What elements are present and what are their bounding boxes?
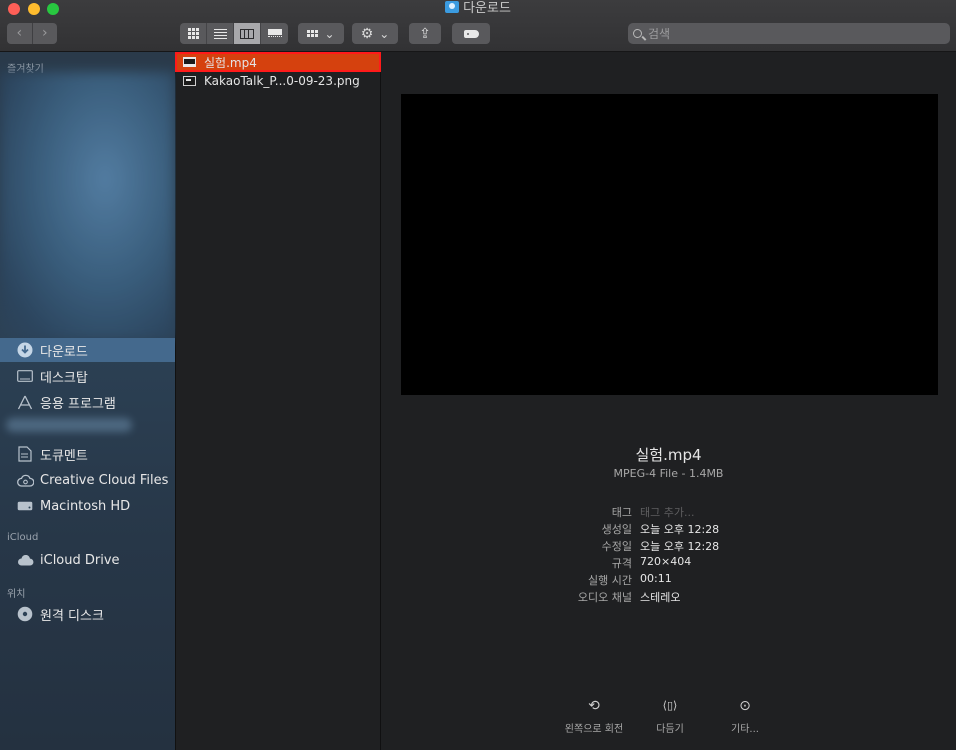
meta-value: 720×404 — [640, 555, 692, 568]
chevron-down-icon: ⌄ — [324, 26, 335, 41]
meta-key: 생성일 — [601, 523, 632, 536]
meta-key: 실행 시간 — [588, 574, 632, 587]
file-row-mp4[interactable]: 실험.mp4 — [175, 52, 381, 72]
tags-button[interactable] — [452, 23, 490, 44]
more-button[interactable]: ⊙ 기타... — [714, 697, 776, 735]
action-label: 왼쪽으로 회전 — [564, 724, 624, 735]
sidebar: 즐겨찾기 다운로드 데스크탑 응용 프로그램 도큐멘트 Creative Clo… — [0, 52, 176, 750]
sidebar-item-downloads[interactable]: 다운로드 — [0, 338, 175, 362]
search-icon — [633, 29, 642, 38]
more-icon: ⊙ — [739, 698, 751, 714]
sidebar-item-label: Macintosh HD — [40, 498, 131, 514]
trim-icon: ⟨▯⟩ — [662, 699, 678, 712]
sidebar-item-remote-disc[interactable]: 원격 디스크 — [0, 602, 175, 626]
desktop-icon — [16, 368, 34, 384]
meta-value: 스테레오 — [640, 591, 681, 604]
image-file-icon — [183, 76, 196, 86]
gear-icon: ⚙ — [360, 25, 374, 42]
window-title: 다운로드 — [0, 1, 956, 17]
share-icon: ⇪ — [419, 25, 431, 42]
file-name: 실험.mp4 — [204, 55, 257, 70]
back-forward-buttons: ‹ › — [7, 23, 57, 44]
toolbar: 다운로드 ‹ › ⌄ ⚙ ⌄ ⇪ — [0, 0, 956, 52]
sidebar-item-label: 응용 프로그램 — [40, 396, 116, 412]
disk-icon — [16, 498, 34, 514]
meta-value: 00:11 — [640, 572, 672, 585]
gallery-view-icon — [267, 28, 282, 39]
column-view-button[interactable] — [234, 23, 261, 44]
preview-file-name: 실험.mp4 — [635, 446, 702, 464]
preview-pane: 실험.mp4 MPEG-4 File - 1.4MB 태그 태그 추가... 생… — [381, 52, 956, 750]
cloud-icon — [16, 552, 34, 568]
blurred-favorites — [0, 72, 175, 340]
window-title-text: 다운로드 — [463, 1, 511, 16]
sidebar-item-label: 다운로드 — [40, 344, 88, 360]
rotate-left-button[interactable]: ⟲ 왼쪽으로 회전 — [551, 697, 637, 735]
sidebar-item-applications[interactable]: 응용 프로그램 — [0, 390, 175, 414]
sidebar-item-label: 원격 디스크 — [40, 608, 104, 624]
sidebar-item-label: Creative Cloud Files — [40, 472, 169, 488]
share-button[interactable]: ⇪ — [409, 23, 441, 44]
meta-value: 오늘 오후 12:28 — [640, 523, 720, 536]
meta-key: 태그 — [611, 506, 632, 519]
list-view-button[interactable] — [207, 23, 234, 44]
tag-icon — [463, 29, 479, 38]
sidebar-item-icloud-drive[interactable]: iCloud Drive — [0, 548, 175, 572]
documents-icon — [16, 446, 34, 462]
view-mode-buttons — [180, 23, 288, 44]
column-view-icon — [240, 28, 254, 39]
sidebar-item-macintosh-hd[interactable]: Macintosh HD — [0, 494, 175, 518]
back-button[interactable]: ‹ — [7, 23, 33, 44]
action-label: 다듬기 — [656, 724, 684, 735]
video-file-icon — [183, 57, 196, 67]
list-view-icon — [213, 28, 227, 39]
action-label: 기타... — [731, 724, 759, 735]
sidebar-item-label: 데스크탑 — [40, 370, 88, 386]
chevron-down-icon: ⌄ — [379, 26, 390, 41]
action-menu-button[interactable]: ⚙ ⌄ — [352, 23, 398, 44]
applications-icon — [16, 394, 34, 410]
gallery-view-button[interactable] — [261, 23, 288, 44]
meta-row-duration: 실행 시간 00:11 — [381, 572, 956, 589]
meta-key: 수정일 — [601, 540, 632, 553]
sidebar-item-label: 도큐멘트 — [40, 448, 88, 464]
group-by-button[interactable]: ⌄ — [298, 23, 344, 44]
downloads-icon — [16, 342, 34, 358]
downloads-folder-icon — [445, 1, 460, 13]
meta-key: 오디오 채널 — [577, 591, 632, 604]
meta-row-tags: 태그 태그 추가... — [381, 504, 956, 521]
sidebar-item-desktop[interactable]: 데스크탑 — [0, 364, 175, 388]
rotate-left-icon: ⟲ — [588, 698, 600, 714]
search-field[interactable] — [628, 23, 950, 44]
meta-value: 오늘 오후 12:28 — [640, 540, 720, 553]
sidebar-item-documents[interactable]: 도큐멘트 — [0, 442, 175, 466]
forward-button[interactable]: › — [33, 23, 58, 44]
remote-disc-icon — [16, 606, 34, 622]
icon-view-icon — [187, 28, 199, 39]
icloud-header: iCloud — [7, 532, 39, 543]
video-preview[interactable] — [401, 94, 938, 395]
file-column: 실험.mp4 KakaoTalk_P...0-09-23.png — [175, 52, 381, 750]
meta-row-created: 생성일 오늘 오후 12:28 — [381, 521, 956, 538]
group-icon — [307, 30, 319, 37]
meta-row-audio-channels: 오디오 채널 스테레오 — [381, 589, 956, 606]
sidebar-item-label: iCloud Drive — [40, 552, 120, 568]
icon-view-button[interactable] — [180, 23, 207, 44]
locations-header: 위치 — [7, 589, 26, 600]
meta-key: 규격 — [611, 557, 632, 570]
preview-file-kind: MPEG-4 File - 1.4MB — [613, 467, 724, 480]
add-tags-field[interactable]: 태그 추가... — [640, 504, 694, 520]
file-row-png[interactable]: KakaoTalk_P...0-09-23.png — [176, 72, 380, 90]
meta-row-modified: 수정일 오늘 오후 12:28 — [381, 538, 956, 555]
trim-button[interactable]: ⟨▯⟩ 다듬기 — [639, 697, 701, 735]
search-input[interactable] — [648, 26, 938, 41]
sidebar-item-creative-cloud[interactable]: Creative Cloud Files — [0, 468, 175, 492]
meta-row-dimensions: 규격 720×404 — [381, 555, 956, 572]
file-name: KakaoTalk_P...0-09-23.png — [204, 74, 360, 88]
blurred-item — [6, 418, 132, 432]
creative-cloud-icon — [16, 472, 34, 488]
